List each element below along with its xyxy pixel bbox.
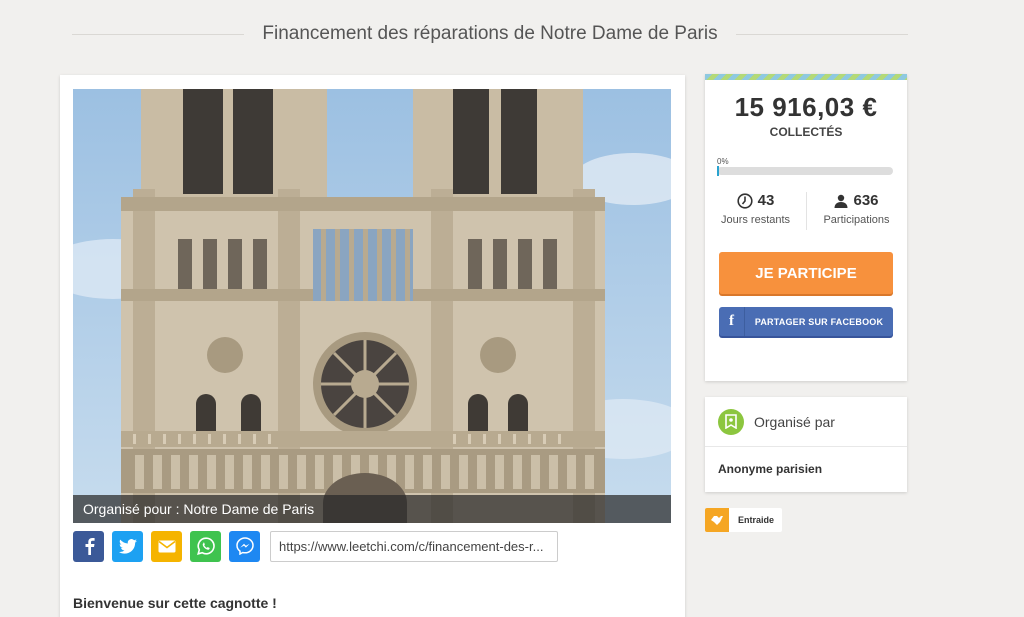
days-value: 43 xyxy=(757,192,775,209)
progress-section: 0% xyxy=(717,157,893,177)
share-email-button[interactable] xyxy=(151,530,182,562)
progress-bar xyxy=(717,167,893,175)
messenger-icon xyxy=(235,537,254,555)
share-url-input[interactable] xyxy=(270,530,558,562)
campaign-photo: Organisé pour : Notre Dame de Paris xyxy=(73,89,671,523)
clock-icon xyxy=(737,192,753,209)
share-facebook-button[interactable] xyxy=(73,530,104,562)
progress-marker xyxy=(717,166,719,176)
title-row: Financement des réparations de Notre Dam… xyxy=(72,22,908,46)
decorative-stripe xyxy=(705,74,907,80)
welcome-heading: Bienvenue sur cette cagnotte ! xyxy=(73,595,277,611)
mail-icon xyxy=(158,540,175,552)
facebook-icon: f xyxy=(719,307,745,336)
person-icon xyxy=(834,194,848,208)
participations: 636 Participations xyxy=(806,192,907,232)
counter-divider xyxy=(806,192,807,230)
collected-amount: 15 916,03 € xyxy=(734,92,878,122)
twitter-icon xyxy=(118,538,137,554)
participate-button[interactable]: JE PARTICIPE xyxy=(719,252,893,294)
title-divider-left xyxy=(72,33,245,35)
counters: 43 Jours restants 636 Participations xyxy=(705,192,907,232)
category-label: Entraide xyxy=(738,515,775,525)
photo-caption: Organisé pour : Notre Dame de Paris xyxy=(73,495,671,523)
progress-percent: 0% xyxy=(717,157,729,166)
organizer-heading: Organisé par xyxy=(754,413,835,430)
share-whatsapp-button[interactable] xyxy=(190,530,221,562)
facebook-button-label: PARTAGER SUR FACEBOOK xyxy=(754,316,884,327)
share-twitter-button[interactable] xyxy=(112,530,143,562)
days-remaining: 43 Jours restants xyxy=(705,192,806,232)
participants-label: Participations xyxy=(823,214,890,226)
stats-card: 15 916,03 € COLLECTÉS 0% 43 Jours restan… xyxy=(705,74,907,381)
share-on-facebook-button[interactable]: f PARTAGER SUR FACEBOOK xyxy=(719,307,893,336)
collected-label: COLLECTÉS xyxy=(769,125,843,139)
notre-dame-illustration xyxy=(73,89,671,523)
share-messenger-button[interactable] xyxy=(229,530,260,562)
handshake-icon xyxy=(705,508,729,532)
title-divider-right xyxy=(735,33,908,35)
category-tag[interactable]: Entraide xyxy=(705,508,783,532)
days-label: Jours restants xyxy=(720,214,791,226)
organizer-card: Organisé par Anonyme parisien xyxy=(705,397,907,492)
participants-value: 636 xyxy=(853,192,879,209)
organizer-name[interactable]: Anonyme parisien xyxy=(705,447,907,476)
organizer-badge-icon xyxy=(718,408,744,435)
page-title: Financement des réparations de Notre Dam… xyxy=(262,23,718,44)
facebook-icon xyxy=(85,538,95,555)
main-card: Organisé pour : Notre Dame de Paris Bien… xyxy=(60,75,685,617)
share-row xyxy=(73,530,558,562)
whatsapp-icon xyxy=(196,537,215,555)
